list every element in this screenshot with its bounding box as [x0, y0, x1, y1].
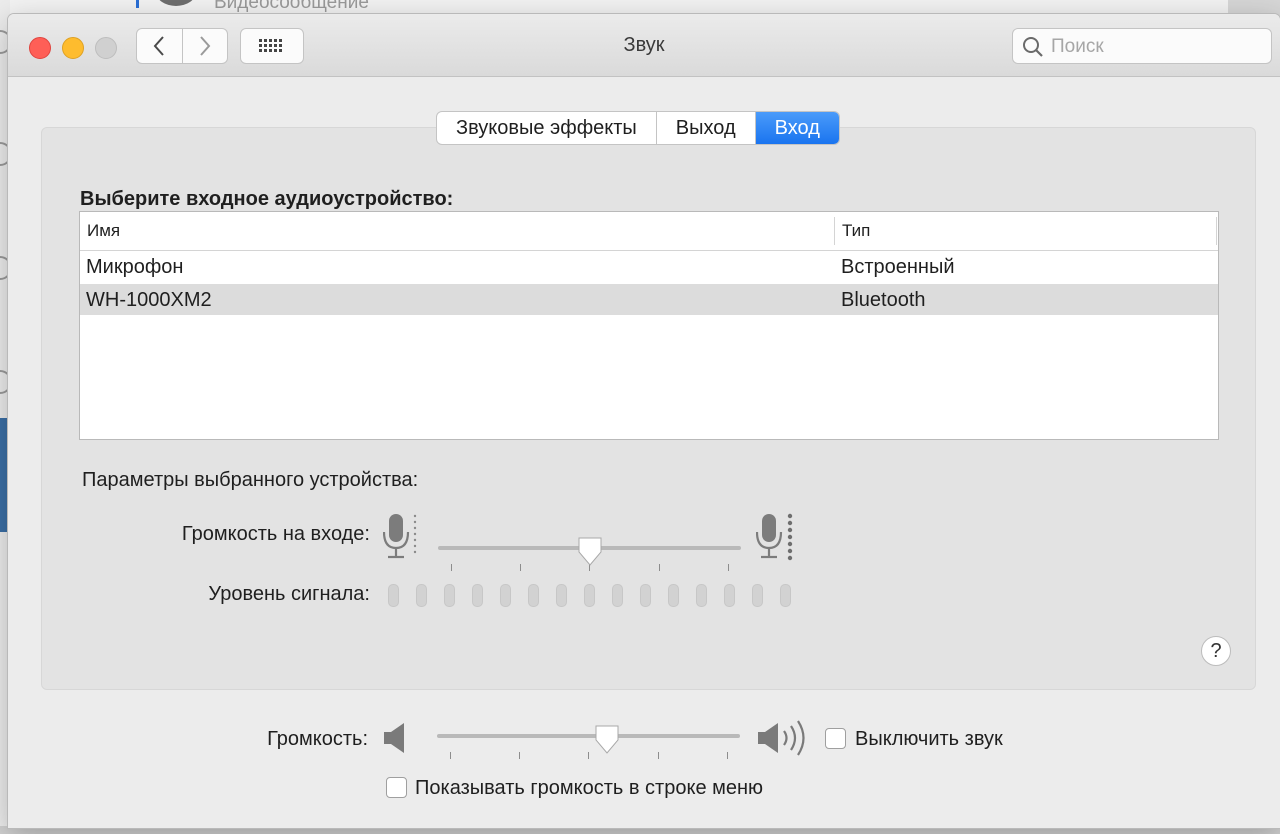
slider-tick: [727, 752, 728, 759]
device-name: Микрофон: [86, 256, 184, 278]
signal-level-segment: [780, 584, 791, 607]
tab-bar: Звуковые эффекты Выход Вход: [436, 111, 840, 145]
signal-level-segment: [612, 584, 623, 607]
signal-level-label: Уровень сигнала:: [208, 583, 370, 605]
table-row-selected[interactable]: WH-1000XM2 Bluetooth: [80, 284, 1218, 315]
signal-level-segment: [528, 584, 539, 607]
mute-label[interactable]: Выключить звук: [855, 728, 1003, 751]
slider-tick: [588, 752, 589, 759]
device-type: Встроенный: [841, 256, 955, 278]
background-window-text: Видеосообщение: [214, 0, 369, 13]
column-divider: [1216, 217, 1217, 245]
input-device-table[interactable]: Имя Тип Микрофон Встроенный WH-1000XM2 B…: [79, 211, 1219, 440]
signal-level-segment: [752, 584, 763, 607]
mute-checkbox[interactable]: [825, 728, 846, 749]
slider-tick: [450, 752, 451, 759]
tab-output[interactable]: Выход: [655, 112, 755, 144]
device-type: Bluetooth: [841, 289, 926, 311]
input-device-heading: Выберите входное аудиоустройство:: [80, 188, 454, 210]
microphone-high-icon: [756, 513, 793, 561]
signal-level-segment: [584, 584, 595, 607]
input-panel: Выберите входное аудиоустройство: Имя Ти…: [41, 127, 1256, 690]
show-volume-in-menu-label[interactable]: Показывать громкость в строке меню: [415, 777, 763, 800]
background-avatar: [156, 0, 196, 6]
signal-level-segment: [640, 584, 651, 607]
slider-tick: [659, 564, 660, 571]
signal-level-segment: [444, 584, 455, 607]
search-input[interactable]: [1049, 33, 1263, 61]
help-button[interactable]: ?: [1201, 636, 1231, 666]
search-icon: [1023, 37, 1043, 57]
input-volume-label: Громкость на входе:: [181, 523, 370, 545]
signal-level-segment: [696, 584, 707, 607]
output-volume-thumb[interactable]: [594, 725, 620, 755]
sound-preferences-window: Звук Звуковые эффекты Выход Вход Выберит…: [8, 14, 1280, 828]
search-field[interactable]: [1012, 28, 1272, 64]
slider-track: [437, 734, 740, 738]
slider-tick: [520, 564, 521, 571]
device-settings-heading: Параметры выбранного устройства:: [82, 469, 419, 491]
slider-tick: [728, 564, 729, 571]
speaker-low-icon: [384, 723, 404, 753]
speaker-high-icon: [758, 720, 805, 756]
signal-level-segment: [668, 584, 679, 607]
output-volume-label: Громкость:: [267, 728, 368, 750]
column-divider[interactable]: [834, 217, 835, 245]
signal-level-segment: [472, 584, 483, 607]
signal-level-segment: [416, 584, 427, 607]
slider-tick: [658, 752, 659, 759]
column-header-name[interactable]: Имя: [87, 221, 120, 241]
table-row[interactable]: Микрофон Встроенный: [80, 251, 1218, 283]
input-volume-thumb[interactable]: [577, 537, 603, 567]
microphone-low-icon: [383, 514, 417, 559]
device-name: WH-1000XM2: [86, 289, 212, 311]
title-bar: Звук: [8, 14, 1280, 77]
tab-sound-effects[interactable]: Звуковые эффекты: [437, 112, 656, 144]
signal-level-segment: [500, 584, 511, 607]
show-volume-in-menu-checkbox[interactable]: [386, 777, 407, 798]
signal-level-segment: [556, 584, 567, 607]
slider-tick: [451, 564, 452, 571]
signal-level-segment: [724, 584, 735, 607]
table-header: Имя Тип: [80, 212, 1218, 251]
signal-level-segment: [388, 584, 399, 607]
tab-input[interactable]: Вход: [754, 112, 839, 144]
slider-tick: [519, 752, 520, 759]
column-header-type[interactable]: Тип: [842, 221, 870, 241]
background-accent-bar: [136, 0, 139, 8]
